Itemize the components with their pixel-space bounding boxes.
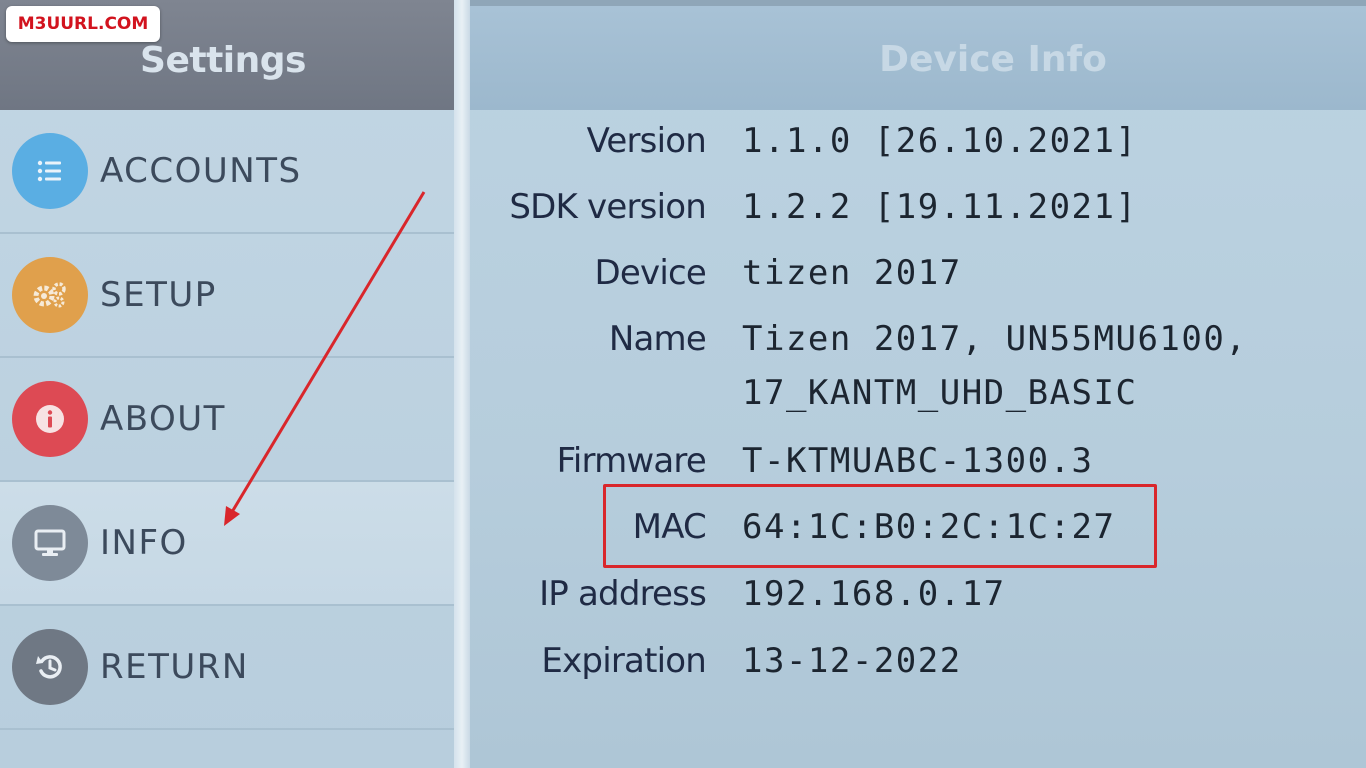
info-label: Version bbox=[586, 121, 707, 161]
info-value: 1.1.0 [26.10.2021] bbox=[742, 121, 1138, 161]
panel-divider bbox=[454, 0, 470, 768]
info-value: 1.2.2 [19.11.2021] bbox=[742, 187, 1138, 227]
tv-settings-screen: Settings ACCOUNTS SETUP ABOUT INFO RETUR… bbox=[0, 0, 1366, 768]
menu-item-return[interactable]: RETURN bbox=[0, 606, 454, 730]
menu-item-info[interactable]: INFO bbox=[0, 482, 454, 606]
device-info-header: Device Info bbox=[470, 6, 1366, 110]
menu-label-about: ABOUT bbox=[100, 399, 226, 439]
info-label: Device bbox=[594, 253, 707, 293]
menu-item-about[interactable]: ABOUT bbox=[0, 358, 454, 482]
watermark-logo: M3UURL.COM bbox=[6, 6, 160, 42]
monitor-icon bbox=[12, 505, 88, 581]
info-icon bbox=[12, 381, 88, 457]
info-value: tizen 2017 bbox=[742, 253, 962, 293]
return-icon bbox=[12, 629, 88, 705]
menu-label-info: INFO bbox=[100, 523, 188, 563]
info-label: Firmware bbox=[556, 441, 707, 481]
info-value: Tizen 2017, UN55MU6100, bbox=[742, 319, 1248, 359]
device-info-title: Device Info bbox=[879, 38, 1107, 80]
info-label: Expiration bbox=[541, 641, 706, 681]
gears-icon bbox=[12, 257, 88, 333]
info-label: SDK version bbox=[509, 187, 706, 227]
list-icon bbox=[12, 133, 88, 209]
info-value: T-KTMUABC-1300.3 bbox=[742, 441, 1094, 481]
menu-label-setup: SETUP bbox=[100, 275, 217, 315]
menu-label-accounts: ACCOUNTS bbox=[100, 151, 302, 191]
info-value: 192.168.0.17 bbox=[742, 574, 1006, 614]
menu-label-return: RETURN bbox=[100, 647, 249, 687]
info-label: Name bbox=[608, 319, 707, 359]
info-value-line2: 17_KANTM_UHD_BASIC bbox=[742, 373, 1138, 413]
mac-highlight-box bbox=[603, 484, 1157, 568]
device-info-list: Version 1.1.0 [26.10.2021] SDK version 1… bbox=[470, 110, 1366, 768]
settings-title: Settings bbox=[140, 39, 306, 81]
info-label: IP address bbox=[539, 574, 707, 614]
settings-panel: Settings ACCOUNTS SETUP ABOUT INFO RETUR… bbox=[0, 0, 454, 768]
settings-menu: ACCOUNTS SETUP ABOUT INFO RETURN bbox=[0, 110, 454, 730]
info-value: 13-12-2022 bbox=[742, 641, 962, 681]
menu-item-accounts[interactable]: ACCOUNTS bbox=[0, 110, 454, 234]
menu-item-setup[interactable]: SETUP bbox=[0, 234, 454, 358]
